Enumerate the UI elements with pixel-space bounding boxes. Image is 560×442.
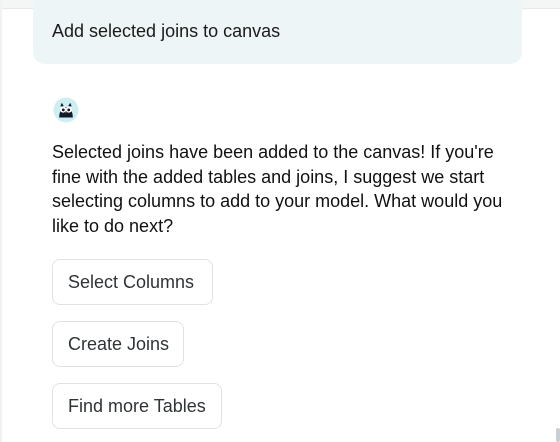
panel-left-edge [0, 0, 2, 442]
chat-panel: Add selected joins to canvas Selected jo… [0, 0, 560, 442]
find-more-tables-button[interactable]: Find more Tables [52, 383, 222, 429]
select-columns-label: Select Columns [68, 271, 195, 292]
find-more-tables-label: Find more Tables [68, 395, 206, 416]
select-columns-button[interactable]: Select Columns [52, 259, 213, 305]
create-joins-button[interactable]: Create Joins [52, 321, 184, 367]
create-joins-label: Create Joins [68, 333, 170, 354]
user-message-bubble: Add selected joins to canvas [33, 0, 522, 64]
assistant-message-text: Selected joins have been added to the ca… [52, 142, 503, 236]
scrollbar-thumb[interactable] [556, 428, 560, 442]
owl-bot-avatar-icon [53, 97, 79, 123]
user-message-text: Add selected joins to canvas [52, 21, 281, 41]
